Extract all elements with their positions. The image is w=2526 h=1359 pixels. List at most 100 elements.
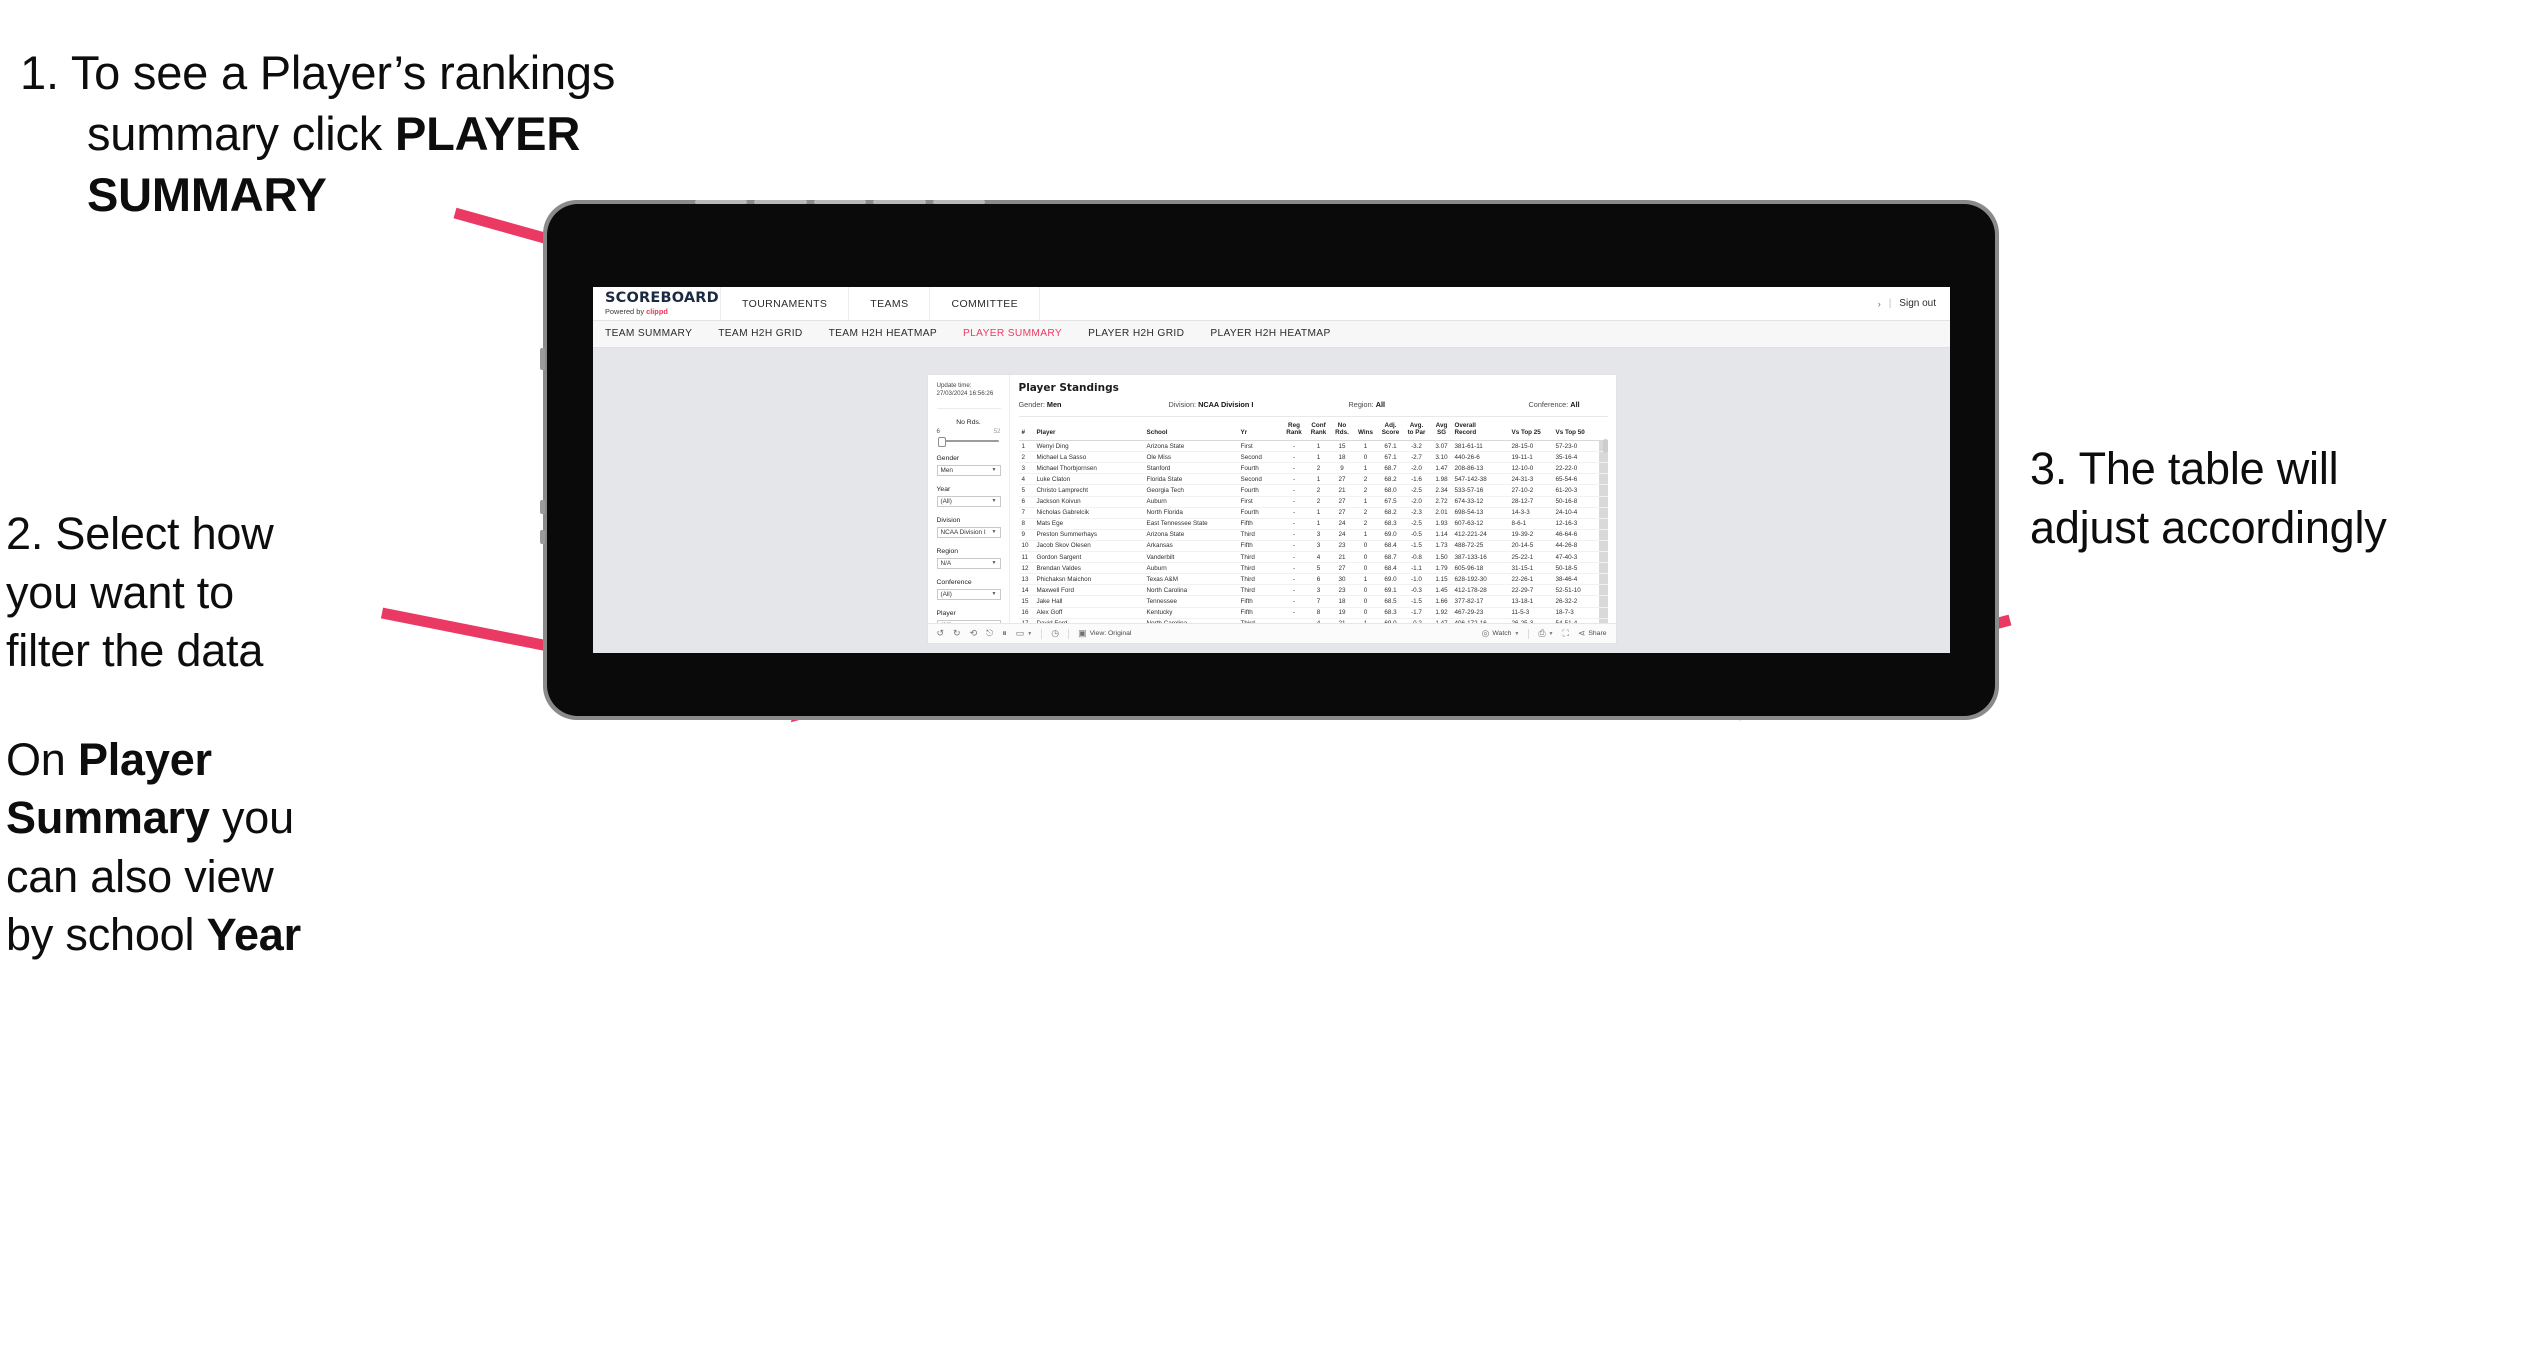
col-avg-sg[interactable]: Avg SG [1429,417,1454,442]
eye-icon: ◎ [1481,628,1490,638]
tab-team-h2h-heatmap[interactable]: TEAM H2H HEATMAP [829,321,937,347]
nav-tournaments[interactable]: TOURNAMENTS [721,287,850,320]
col-overall-record[interactable]: Overall Record [1453,417,1511,442]
table-row[interactable]: 17David FordNorth CarolinaThird-421169.0… [1018,618,1608,623]
col-wins[interactable]: Wins [1353,417,1378,442]
table-row[interactable]: 12 Brendan Valdes Auburn Third -5 27 0 68.4 -1.1… [1018,562,1608,575]
custom-view-dropdown[interactable]: ▭ ▼ [1016,629,1032,638]
cell-school: North Florida [1145,507,1240,519]
watch-label: Watch [1492,630,1512,637]
conference-filter-select[interactable]: (All) ▼ [936,588,1001,600]
cell-reg_rank: - [1281,562,1307,575]
scoreboard-logo[interactable]: SCOREBOARD Powered by clippd [593,287,721,320]
cell-vs_top_50: 24-10-4 [1554,507,1599,519]
table-row[interactable]: 4 Luke Claton Florida State Second -1 27 2 68.2… [1018,473,1608,486]
sign-out-link[interactable]: Sign out [1899,298,1936,309]
cell-no_rds: 24 [1330,529,1354,541]
slider-handle[interactable] [937,436,946,447]
cell-overall_record: 628-192-30 [1453,573,1511,586]
table-scrollbar[interactable] [1602,439,1608,453]
cell-adj_score: 68.7 [1377,462,1404,475]
table-row[interactable]: 3 Michael Thorbjornsen Stanford Fourth -2 9 1 6… [1018,462,1608,475]
division-filter-select[interactable]: NCAA Division I ▼ [936,526,1001,538]
cell-rank: 6 [1018,496,1036,508]
cell-vs_top_25: 13-18-1 [1510,595,1555,608]
tablet-side-button-2[interactable] [540,500,545,514]
col-school[interactable]: School [1145,417,1240,442]
table-row[interactable]: 7 Nicholas Gabrelcik North Florida Fourth -1… [1018,507,1608,519]
col-points[interactable]: Points [1598,417,1608,442]
table-row[interactable]: 11 Gordon Sargent Vanderbilt Third -4 21 0 68.7… [1018,551,1608,564]
table-row[interactable]: 16 Alex Goff Kentucky Fifth -8 19 0 68.3 -1.7 1.9… [1018,607,1608,619]
undo-icon[interactable]: ↺ [937,629,945,638]
cell-overall_record: 547-142-38 [1453,473,1511,486]
tab-player-h2h-heatmap[interactable]: PLAYER H2H HEATMAP [1210,321,1330,347]
col-yr[interactable]: Yr [1239,417,1282,442]
cell-overall_record: 674-33-12 [1453,496,1511,508]
callout-1-line1: To see a Player’s rankings [70,46,616,99]
pause-auto-update-icon[interactable]: ⏸ [1002,629,1007,638]
cell-avg_to_par: -2.0 [1403,462,1430,475]
tab-player-summary[interactable]: PLAYER SUMMARY [963,321,1062,347]
gender-filter-select[interactable]: Men ▼ [936,464,1001,476]
redo-icon[interactable]: ↻ [953,629,961,638]
table-row[interactable]: 6 Jackson Koivun Auburn First -2 27 1 67.5 -2.0 2… [1018,496,1608,508]
watch-button[interactable]: ◎ Watch ▼ [1482,629,1520,638]
tablet-side-button-3[interactable] [540,530,545,544]
chevron-down-icon: ▼ [991,590,997,597]
table-row[interactable]: 15 Jake Hall Tennessee Fifth -7 18 0 68.5 -1.5 1.… [1018,595,1608,608]
col-conf-rank[interactable]: Conf Rank [1306,417,1331,442]
col-vs-top-25[interactable]: Vs Top 25 [1510,417,1555,442]
cell-yr: Second [1239,473,1282,486]
view-original-clock-icon[interactable]: ◷ [1051,629,1059,638]
table-row[interactable]: 14 Maxwell Ford North Carolina Third -3 23 0 69… [1018,584,1608,597]
chevron-right-icon[interactable]: › [1878,299,1881,309]
table-row[interactable]: 1 Wenyi Ding Arizona State First -1 15 1 67.1 -3… [1018,440,1608,453]
cell-reg_rank: - [1281,607,1307,619]
cell-conf_rank: 3 [1306,529,1331,541]
col-avg-to-par[interactable]: Avg. to Par [1403,417,1430,442]
table-row[interactable]: 13 Phichaksn Maichon Texas A&M Third -6 30 1 69… [1018,573,1608,586]
nav-teams[interactable]: TEAMS [849,287,931,320]
division-filter-label: Division [936,516,961,524]
callout-1-line2: summary click PLAYER [87,107,581,161]
revert-icon[interactable]: ⟲ [970,629,978,638]
cell-avg_to_par: -0.8 [1403,551,1430,564]
nav-committee[interactable]: COMMITTEE [930,287,1041,320]
tab-team-summary[interactable]: TEAM SUMMARY [605,321,692,347]
table-row[interactable]: 10 Jacob Skov Olesen Arkansas Fifth -3 23 0 68.… [1018,540,1608,553]
tablet-side-button-1[interactable] [540,348,545,370]
col-reg-rank[interactable]: Reg Rank [1281,417,1307,442]
table-row[interactable]: 8 Mats Ege East Tennessee State Fifth -1 24 2 6… [1018,518,1608,530]
cell-conf_rank: 2 [1306,462,1331,475]
col-player[interactable]: Player [1035,417,1146,442]
cell-wins: 0 [1353,451,1378,464]
table-row[interactable]: 2 Michael La Sasso Ole Miss Second -1 18 0 67.1… [1018,451,1608,464]
fullscreen-icon[interactable]: ⛶ [1563,629,1569,638]
view-original-button[interactable]: ▣ View: Original [1078,629,1131,638]
col-no-rds[interactable]: No Rds. [1330,417,1354,442]
year-filter-select[interactable]: (All) ▼ [936,495,1001,507]
share-button[interactable]: ⋖ Share [1578,629,1607,638]
cell-player: Wenyi Ding [1035,440,1146,453]
tab-player-h2h-grid[interactable]: PLAYER H2H GRID [1088,321,1184,347]
tab-team-h2h-grid[interactable]: TEAM H2H GRID [718,321,802,347]
cell-points: 44.82 [1598,540,1608,553]
refresh-data-icon[interactable]: ⎋ [986,629,993,638]
standings-table-scroll[interactable]: # Player School Yr Reg Rank Conf Rank No Rd… [1018,417,1608,623]
col-adj-score[interactable]: Adj. Score [1377,417,1404,442]
no-rds-slider[interactable] [937,436,1001,447]
col-vs-top-50[interactable]: Vs Top 50 [1554,417,1599,442]
table-row[interactable]: 5 Christo Lamprecht Georgia Tech Fourth -2 21… [1018,484,1608,497]
cell-player: David Ford [1035,618,1146,623]
cell-points: 76.12 [1598,451,1608,464]
cell-conf_rank: 1 [1306,440,1331,453]
region-filter-select[interactable]: N/A ▼ [936,557,1001,569]
download-button[interactable]: ⎙ ▼ [1538,629,1553,638]
cell-no_rds: 27 [1330,507,1354,519]
cell-school: Georgia Tech [1145,484,1240,497]
cell-vs_top_50: 54-51-4 [1554,618,1599,623]
cell-reg_rank: - [1281,462,1307,475]
table-row[interactable]: 9 Preston Summerhays Arizona State Third -3 2… [1018,529,1608,541]
summary-region: Region: All [1348,400,1386,409]
